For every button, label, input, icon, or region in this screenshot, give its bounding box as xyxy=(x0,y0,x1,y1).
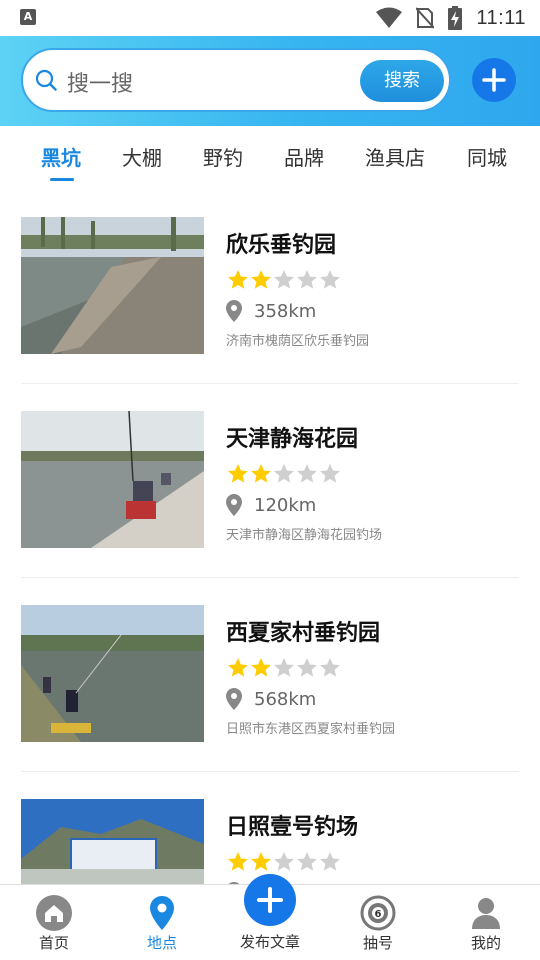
nav-label: 发布文章 xyxy=(239,933,300,951)
add-button[interactable] xyxy=(472,58,516,102)
spot-photo xyxy=(21,217,204,354)
nav-label: 地点 xyxy=(146,934,177,952)
spot-name: 西夏家村垂钓园 xyxy=(226,621,381,646)
spot-list: 欣乐垂钓园 358km 济南市槐荫区欣乐垂钓园 天津静海花园 120km 天津市… xyxy=(0,190,540,884)
user-icon xyxy=(472,898,500,929)
distance-text: 358km xyxy=(254,300,317,322)
wifi-icon xyxy=(376,7,403,28)
spot-name: 天津静海花园 xyxy=(226,427,359,452)
star-filled-icon xyxy=(251,658,271,677)
tab-greenhouse[interactable]: 大棚 xyxy=(122,142,162,171)
distance-text: 568km xyxy=(254,688,317,710)
spot-name: 欣乐垂钓园 xyxy=(226,233,337,258)
rating-stars xyxy=(226,462,341,486)
plus-icon xyxy=(482,68,506,92)
tab-heikeng[interactable]: 黑坑 xyxy=(41,142,81,171)
tab-wild-fishing[interactable]: 野钓 xyxy=(203,142,243,171)
location-pin-icon xyxy=(150,896,174,930)
spot-photo xyxy=(21,605,204,742)
star-empty-icon xyxy=(274,852,294,871)
number-ball-icon: 6 xyxy=(360,895,396,931)
nav-draw-number[interactable]: 6 抽号 xyxy=(324,885,432,960)
rating-stars xyxy=(226,850,341,874)
list-item[interactable]: 欣乐垂钓园 358km 济南市槐荫区欣乐垂钓园 xyxy=(0,190,540,384)
search-button[interactable]: 搜索 xyxy=(360,60,444,102)
star-empty-icon xyxy=(320,852,340,871)
list-item[interactable]: 日照壹号钓场 xyxy=(0,772,540,884)
star-filled-icon xyxy=(228,270,248,289)
nav-home[interactable]: 首页 xyxy=(0,885,108,960)
nav-mine[interactable]: 我的 xyxy=(432,885,540,960)
battery-charging-icon xyxy=(448,6,463,30)
nav-label: 首页 xyxy=(38,934,69,952)
star-empty-icon xyxy=(274,464,294,483)
star-empty-icon xyxy=(274,270,294,289)
search-input[interactable]: 搜一搜 xyxy=(67,66,133,98)
distance-text: 120km xyxy=(254,494,317,516)
rating-stars xyxy=(226,268,341,292)
search-bar[interactable]: 搜一搜 搜索 xyxy=(21,48,451,112)
star-empty-icon xyxy=(320,270,340,289)
nav-label: 我的 xyxy=(470,934,501,952)
star-empty-icon xyxy=(297,852,317,871)
header-bar: 搜一搜 搜索 xyxy=(0,36,540,126)
nav-label: 抽号 xyxy=(362,934,393,952)
address-text: 日照市东港区西夏家村垂钓园 xyxy=(226,722,396,737)
category-tabs: 黑坑 大棚 野钓 品牌 渔具店 同城 xyxy=(0,126,540,190)
star-empty-icon xyxy=(320,658,340,677)
tab-local[interactable]: 同城 xyxy=(467,142,507,171)
address-text: 济南市槐荫区欣乐垂钓园 xyxy=(226,334,370,349)
plus-icon xyxy=(257,887,283,913)
tab-tackle-shop[interactable]: 渔具店 xyxy=(365,142,425,171)
list-item[interactable]: 天津静海花园 120km 天津市静海区静海花园钓场 xyxy=(0,384,540,578)
rating-stars xyxy=(226,656,341,680)
star-filled-icon xyxy=(251,464,271,483)
accessibility-badge-icon: A xyxy=(20,9,36,25)
tab-brand[interactable]: 品牌 xyxy=(284,142,324,171)
spot-photo xyxy=(21,799,204,884)
location-pin-icon xyxy=(226,494,242,516)
star-empty-icon xyxy=(274,658,294,677)
star-filled-icon xyxy=(251,852,271,871)
star-filled-icon xyxy=(251,270,271,289)
location-pin-icon xyxy=(226,688,242,710)
clock: 11:11 xyxy=(476,6,526,29)
nav-location[interactable]: 地点 xyxy=(108,885,216,960)
tab-active-indicator xyxy=(50,178,74,181)
location-pin-icon xyxy=(226,300,242,322)
search-icon xyxy=(35,69,57,91)
star-filled-icon xyxy=(228,464,248,483)
star-filled-icon xyxy=(228,658,248,677)
spot-name: 日照壹号钓场 xyxy=(226,815,359,840)
status-bar: A 11:11 xyxy=(0,0,540,36)
star-empty-icon xyxy=(297,658,317,677)
publish-button[interactable] xyxy=(244,874,296,926)
star-empty-icon xyxy=(297,270,317,289)
home-icon xyxy=(36,895,72,931)
star-empty-icon xyxy=(297,464,317,483)
star-empty-icon xyxy=(320,464,340,483)
svg-text:6: 6 xyxy=(375,909,382,920)
list-item[interactable]: 西夏家村垂钓园 568km 日照市东港区西夏家村垂钓园 xyxy=(0,578,540,772)
star-filled-icon xyxy=(228,852,248,871)
address-text: 天津市静海区静海花园钓场 xyxy=(226,528,383,543)
no-sim-icon xyxy=(416,7,435,29)
spot-photo xyxy=(21,411,204,548)
